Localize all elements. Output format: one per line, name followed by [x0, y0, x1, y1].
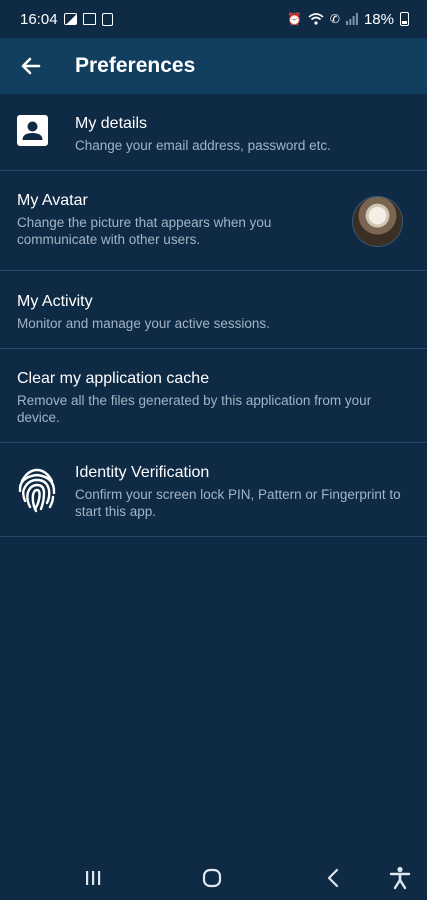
my-avatar-subtitle: Change the picture that appears when you…: [17, 215, 272, 247]
accessibility-icon[interactable]: [389, 866, 411, 890]
clear-cache-item[interactable]: Clear my application cache Remove all th…: [0, 349, 427, 443]
page-title: Preferences: [75, 54, 196, 77]
identity-verification-subtitle: Confirm your screen lock PIN, Pattern or…: [75, 487, 401, 519]
status-bar: 16:04 ⏰ ✆ 18%: [0, 0, 427, 38]
accessibility-button[interactable]: [387, 866, 413, 890]
my-avatar-title: My Avatar: [17, 192, 88, 209]
chevron-left-icon[interactable]: [325, 868, 341, 888]
alarm-icon: ⏰: [286, 12, 302, 26]
my-activity-subtitle: Monitor and manage your active sessions.: [17, 316, 270, 331]
battery-percent: 18%: [363, 10, 394, 28]
my-activity-item[interactable]: My Activity Monitor and manage your acti…: [0, 271, 427, 349]
user-avatar[interactable]: [352, 196, 403, 247]
my-details-title: My details: [75, 115, 148, 132]
identity-verification-item[interactable]: Identity Verification Confirm your scree…: [0, 443, 427, 537]
system-back-button[interactable]: [320, 866, 346, 890]
system-nav-bar: [0, 856, 427, 900]
call-icon: ✆: [329, 12, 340, 26]
clear-cache-title: Clear my application cache: [17, 370, 210, 387]
document-notification-icon: [101, 12, 113, 26]
fingerprint-icon: [16, 467, 58, 513]
recents-icon[interactable]: [83, 869, 103, 887]
my-activity-title: My Activity: [17, 293, 93, 310]
status-time: 16:04: [20, 10, 58, 28]
wifi-icon: [308, 13, 324, 25]
mail-notification-icon: [82, 13, 96, 25]
contact-card-icon: [16, 114, 48, 146]
back-button[interactable]: [16, 51, 46, 81]
preferences-list: My details Change your email address, pa…: [0, 94, 427, 537]
arrow-left-icon[interactable]: [21, 57, 41, 75]
home-icon[interactable]: [201, 867, 223, 889]
battery-icon: [400, 12, 409, 26]
home-button[interactable]: [199, 866, 225, 890]
recent-apps-button[interactable]: [80, 866, 106, 890]
gallery-notification-icon: [63, 13, 77, 25]
app-bar: Preferences: [0, 38, 427, 94]
clear-cache-subtitle: Remove all the files generated by this a…: [17, 393, 372, 425]
my-avatar-item[interactable]: My Avatar Change the picture that appear…: [0, 171, 427, 271]
signal-icon: [345, 13, 358, 25]
status-right: ⏰ ✆ 18%: [287, 11, 409, 28]
my-details-item[interactable]: My details Change your email address, pa…: [0, 94, 427, 171]
identity-verification-title: Identity Verification: [75, 464, 210, 481]
status-left: 16:04: [20, 11, 113, 28]
my-details-subtitle: Change your email address, password etc.: [75, 138, 331, 153]
